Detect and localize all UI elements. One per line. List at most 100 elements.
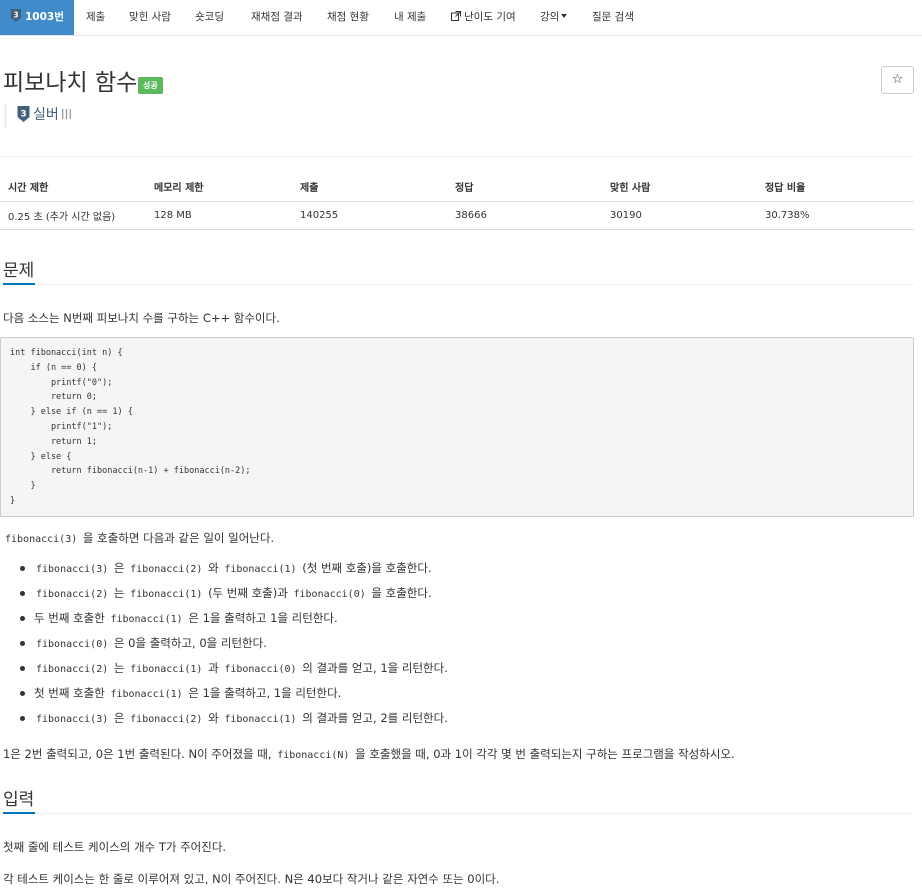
nav-rejudge-results[interactable]: 재채점 결과: [251, 0, 303, 35]
bullet-dot: [20, 666, 25, 671]
text-fragment: (첫 번째 호출)을 호출한다.: [302, 561, 432, 575]
inline-code: fibonacci(2): [36, 664, 109, 675]
divider: [0, 156, 914, 157]
bullet-dot: [20, 566, 25, 571]
inline-code: fibonacci(3): [36, 564, 109, 575]
accept-ratio-value: 30.738%: [757, 201, 914, 230]
list-item-text: fibonacci(0) 은 0을 출력하고, 0을 리턴한다.: [34, 635, 267, 651]
inline-code: fibonacci(1): [130, 589, 203, 600]
bullet-dot: [20, 641, 25, 646]
text-fragment: 은: [113, 561, 125, 575]
nav-lectures-label: 강의: [540, 11, 560, 23]
nav-problem-tab[interactable]: 3 1003번: [0, 0, 74, 35]
bullet-dot: [20, 616, 25, 621]
table-row: 0.25 초 (추가 시간 없음) 128 MB 140255 38666 30…: [0, 201, 914, 230]
inline-code: fibonacci(3): [5, 534, 78, 545]
accepted-value: 38666: [447, 201, 602, 230]
tier-name[interactable]: 실버: [33, 107, 59, 123]
nav-submit[interactable]: 제출: [86, 0, 105, 35]
inline-code: fibonacci(2): [130, 564, 203, 575]
bullet-dot: [20, 591, 25, 596]
summary-pre: 1은 2번 출력되고, 0은 1번 출력된다. N이 주어졌을 때,: [3, 747, 272, 761]
nav-lectures-dropdown[interactable]: 강의: [540, 0, 568, 35]
text-fragment: 는: [113, 586, 125, 600]
input-line-1: 첫째 줄에 테스트 케이스의 개수 T가 주어진다.: [3, 840, 227, 854]
text-fragment: 은 1을 출력하고, 1을 리턴한다.: [188, 686, 342, 700]
header-memory-limit: 메모리 제한: [146, 172, 292, 202]
text-fragment: (두 번째 호출)과: [208, 586, 288, 600]
nav-difficulty-label: 난이도 기여: [464, 11, 516, 23]
tier-icon-number: 3: [20, 110, 26, 120]
text-fragment: 와: [208, 561, 219, 575]
nav-question-search[interactable]: 질문 검색: [592, 0, 634, 35]
page-title: 피보나치 함수: [3, 70, 138, 96]
nav-short-coding[interactable]: 숏코딩: [195, 0, 224, 35]
inline-code: fibonacci(0): [224, 664, 297, 675]
header-accepted: 정답: [447, 172, 602, 202]
text-fragment: 은: [113, 711, 125, 725]
inline-code: fibonacci(1): [224, 564, 297, 575]
bullet-dot: [20, 716, 25, 721]
call-description-text: 을 호출하면 다음과 같은 일이 일어난다.: [82, 531, 275, 545]
inline-code: fibonacci(N): [277, 750, 350, 761]
nav-judge-status[interactable]: 채점 현황: [327, 0, 369, 35]
call-description: fibonacci(3) 을 호출하면 다음과 같은 일이 일어난다.: [3, 530, 274, 546]
list-item-text: fibonacci(2) 는 fibonacci(1) 과 fibonacci(…: [34, 660, 448, 676]
nav-my-submissions[interactable]: 내 제출: [394, 0, 426, 35]
list-item-text: fibonacci(3) 은 fibonacci(2) 와 fibonacci(…: [34, 710, 448, 726]
problem-summary: 1은 2번 출력되고, 0은 1번 출력된다. N이 주어졌을 때, fibon…: [3, 746, 735, 762]
summary-post: 을 호출했을 때, 0과 1이 각각 몇 번 출력되는지 구하는 프로그램을 작…: [355, 747, 735, 761]
input-line-2: 각 테스트 케이스는 한 줄로 이루어져 있고, N이 주어진다. N은 40보…: [3, 872, 500, 886]
problem-intro: 다음 소스는 N번째 피보나치 수를 구하는 C++ 함수이다.: [3, 311, 280, 325]
inline-code: fibonacci(1): [110, 614, 183, 625]
silver-tier-icon: 3: [10, 9, 22, 22]
text-fragment: 두 번째 호출한: [34, 611, 105, 625]
list-item-text: fibonacci(2) 는 fibonacci(1) (두 번째 호출)과 f…: [34, 585, 432, 601]
nav-tier-number: 3: [13, 11, 18, 20]
star-button[interactable]: ☆: [881, 66, 914, 94]
inline-code: fibonacci(2): [130, 714, 203, 725]
text-fragment: 의 결과를 얻고, 1을 리턴한다.: [302, 661, 448, 675]
time-limit-value: 0.25 초 (추가 시간 없음): [0, 201, 146, 230]
chevron-down-icon: [561, 14, 568, 18]
inline-code: fibonacci(0): [36, 639, 109, 650]
silver-tier-icon: 3: [17, 106, 30, 122]
text-fragment: 은 0을 출력하고, 0을 리턴한다.: [113, 636, 267, 650]
input-section-heading: 입력: [3, 790, 35, 810]
table-header-row: 시간 제한 메모리 제한 제출 정답 맞힌 사람 정답 비율: [0, 172, 914, 202]
tier-row: 3 실버 III: [4, 104, 72, 128]
inline-code: fibonacci(1): [110, 689, 183, 700]
list-item-text: 두 번째 호출한 fibonacci(1) 은 1을 출력하고 1을 리턴한다.: [34, 610, 338, 626]
divider: [0, 813, 914, 814]
text-fragment: 은 1을 출력하고 1을 리턴한다.: [188, 611, 338, 625]
text-fragment: 첫 번째 호출한: [34, 686, 105, 700]
divider: [0, 284, 914, 285]
submissions-value: 140255: [292, 201, 447, 230]
text-fragment: 을 호출한다.: [371, 586, 432, 600]
header-submissions: 제출: [292, 172, 447, 202]
tier-level: III: [60, 108, 73, 123]
solvers-value: 30190: [602, 201, 757, 230]
inline-code: fibonacci(3): [36, 714, 109, 725]
problem-section-heading: 문제: [3, 261, 35, 281]
code-block: int fibonacci(int n) { if (n == 0) { pri…: [0, 337, 914, 517]
inline-code: fibonacci(1): [130, 664, 203, 675]
list-item-text: fibonacci(3) 은 fibonacci(2) 와 fibonacci(…: [34, 560, 432, 576]
bullet-dot: [20, 691, 25, 696]
nav-difficulty-contribution[interactable]: 난이도 기여: [451, 0, 516, 35]
list-item-text: 첫 번째 호출한 fibonacci(1) 은 1을 출력하고, 1을 리턴한다…: [34, 685, 341, 701]
header-solvers: 맞힌 사람: [602, 172, 757, 202]
memory-limit-value: 128 MB: [146, 201, 292, 230]
status-badge: 성공: [138, 77, 163, 94]
text-fragment: 의 결과를 얻고, 2를 리턴한다.: [302, 711, 448, 725]
external-link-icon: [451, 1, 462, 21]
problem-info-table: 시간 제한 메모리 제한 제출 정답 맞힌 사람 정답 비율 0.25 초 (추…: [0, 172, 914, 230]
section-underline: [3, 283, 35, 285]
nav-solvers[interactable]: 맞힌 사람: [129, 0, 171, 35]
inline-code: fibonacci(2): [36, 589, 109, 600]
section-underline: [3, 812, 35, 814]
text-fragment: 는: [113, 661, 125, 675]
text-fragment: 와: [208, 711, 219, 725]
header-accept-ratio: 정답 비율: [757, 172, 914, 202]
header-time-limit: 시간 제한: [0, 172, 146, 202]
